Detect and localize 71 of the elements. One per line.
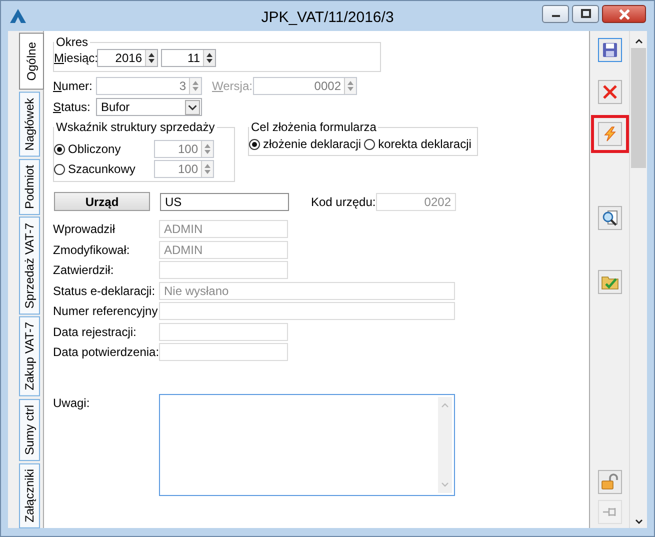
year-spinner[interactable]: 2016 [97, 49, 158, 68]
cancel-button[interactable] [598, 80, 622, 104]
input-field[interactable]: Nie wysłano [159, 282, 455, 300]
radio-button[interactable] [54, 144, 65, 155]
vertical-tab[interactable]: Sprzedaż VAT-7 [19, 216, 40, 314]
group-title: Wskaźnik struktury sprzedaży [55, 120, 216, 134]
radio-label: Obliczony [68, 142, 122, 156]
input-field[interactable]: ADMIN [159, 220, 288, 238]
radio-label: Szacunkowy [68, 162, 136, 176]
lock-button[interactable] [598, 470, 622, 494]
office-code-field[interactable]: 0202 [376, 192, 456, 211]
magnifier-document-icon [600, 209, 618, 228]
office-button[interactable]: Urząd [54, 192, 150, 212]
lightning-icon [602, 126, 618, 142]
input-field[interactable] [159, 261, 288, 280]
close-button[interactable] [602, 5, 646, 23]
vertical-tab[interactable]: Podmiot [19, 158, 40, 215]
radio-label: złożenie deklaracji [263, 137, 362, 152]
field-label: Zatwierdził: [53, 263, 115, 278]
group-title: Okres [55, 35, 90, 50]
vertical-tab[interactable]: Ogólne [19, 33, 44, 90]
radio-button[interactable] [54, 164, 65, 175]
minimize-button[interactable] [542, 5, 569, 23]
field-label: Uwagi: [53, 396, 91, 410]
maximize-icon [580, 9, 590, 19]
vertical-tab[interactable]: Zakup VAT-7 [19, 316, 40, 397]
radio-button[interactable] [364, 138, 376, 150]
preview-button[interactable] [598, 206, 622, 230]
percent-spinner[interactable]: 100 [154, 140, 214, 158]
field-label: Numer: [53, 79, 94, 94]
scroll-thumb[interactable] [631, 48, 646, 168]
group-title: Cel złożenia formularza [250, 120, 378, 134]
window-title: JPK_VAT/11/2016/3 [261, 9, 394, 26]
field-label: Data rejestracji: [53, 324, 138, 339]
vertical-tab[interactable]: Nagłówek [19, 92, 40, 157]
vertical-tab[interactable]: Sumy ctrl [19, 398, 40, 461]
field-label: Wersja: [212, 79, 253, 94]
percent-spinner[interactable]: 100 [154, 160, 214, 178]
chevron-down-icon [185, 100, 200, 115]
input-field[interactable]: ADMIN [159, 240, 288, 259]
radio-button[interactable] [249, 138, 260, 150]
cross-icon [602, 84, 618, 100]
radio-label: korekta deklaracji [378, 137, 472, 152]
spinner-arrows-icon[interactable] [148, 52, 155, 64]
field-label: Status e-deklaracji: [53, 284, 156, 298]
field-label: Miesiąc: [54, 51, 97, 66]
maximize-button[interactable] [572, 5, 599, 23]
chevron-up-icon[interactable] [634, 37, 644, 46]
office-field[interactable]: US [160, 192, 289, 211]
field-label: Wprowadził [53, 222, 116, 236]
close-icon [618, 8, 630, 20]
lightning-button[interactable] [598, 122, 622, 146]
vertical-tab[interactable]: Załączniki [19, 462, 40, 528]
notes-field[interactable] [159, 394, 455, 496]
field-label: Zmodyfikował: [53, 242, 131, 257]
input-field[interactable] [159, 343, 288, 362]
field-label: Status: [53, 100, 92, 114]
save-button[interactable] [598, 38, 622, 62]
chevron-down-icon[interactable] [634, 518, 644, 526]
input-field[interactable] [159, 302, 455, 320]
folder-check-button[interactable] [598, 270, 622, 294]
spinner-arrows-icon[interactable] [206, 52, 213, 64]
month-spinner[interactable]: 11 [161, 49, 216, 68]
input-field[interactable] [159, 322, 288, 341]
app-logo-icon [10, 9, 26, 24]
field-label: Numer referencyjny [53, 304, 159, 318]
status-dropdown[interactable]: Bufor [96, 98, 202, 116]
field-label: Kod urzędu: [311, 194, 376, 209]
field-label: Data potwierdzenia: [53, 345, 159, 360]
padlock-icon [600, 473, 618, 491]
folder-check-icon [600, 274, 618, 290]
